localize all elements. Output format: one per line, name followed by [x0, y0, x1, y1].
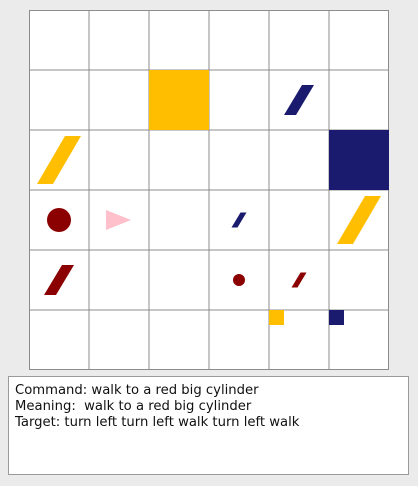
instruction-panel: Command: walk to a red big cylinder Mean…	[8, 376, 409, 475]
blue-small-square	[329, 310, 344, 325]
red-small-circle-r4c3	[233, 274, 245, 286]
yellow-big-square	[149, 70, 209, 130]
red-circle-r3c0	[47, 208, 71, 232]
target-text: Target: turn left turn left walk turn le…	[15, 415, 300, 430]
blue-big-square	[329, 130, 389, 190]
grid-world	[29, 10, 389, 370]
meaning-text: Meaning: walk to a red big cylinder	[15, 399, 252, 414]
command-text: Command: walk to a red big cylinder	[15, 383, 259, 398]
grid-canvas	[29, 10, 389, 370]
yellow-small-square	[269, 310, 284, 325]
